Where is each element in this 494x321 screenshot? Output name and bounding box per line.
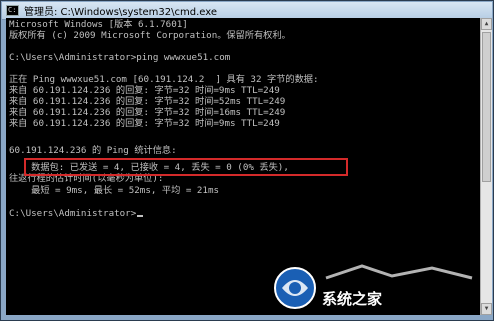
text-cursor bbox=[137, 215, 144, 217]
console-line: 版权所有 (c) 2009 Microsoft Corporation。保留所有… bbox=[9, 30, 291, 41]
scroll-thumb[interactable] bbox=[482, 32, 491, 182]
console-line: 来自 60.191.124.236 的回复: 字节=32 时间=52ms TTL… bbox=[9, 96, 286, 107]
prompt-text: C:\Users\Administrator> bbox=[9, 208, 137, 219]
scroll-up-button[interactable]: ▲ bbox=[481, 18, 492, 30]
cmd-icon: C: bbox=[6, 5, 19, 16]
watermark-decoration bbox=[325, 264, 473, 280]
highlight-annotation bbox=[24, 158, 348, 176]
console-line: 来自 60.191.124.236 的回复: 字节=32 时间=9ms TTL=… bbox=[9, 85, 280, 96]
xitong-logo-icon bbox=[274, 267, 316, 309]
console-line: 正在 Ping wwwxue51.com [60.191.124.2 ] 具有 … bbox=[9, 74, 319, 85]
console-line: Microsoft Windows [版本 6.1.7601] bbox=[9, 19, 188, 30]
console-line: 来自 60.191.124.236 的回复: 字节=32 时间=16ms TTL… bbox=[9, 107, 286, 118]
console-prompt[interactable]: C:\Users\Administrator> bbox=[9, 208, 144, 219]
console-line: 最短 = 9ms, 最长 = 52ms, 平均 = 21ms bbox=[9, 185, 220, 196]
watermark-text: 系统之家 bbox=[322, 290, 383, 308]
watermark: 系统之家 bbox=[270, 258, 490, 318]
window-title: 管理员: C:\Windows\system32\cmd.exe bbox=[24, 7, 218, 18]
console-line: C:\Users\Administrator>ping wwwxue51.com bbox=[9, 52, 231, 63]
console-line: 60.191.124.236 的 Ping 统计信息: bbox=[9, 145, 177, 156]
console-line: 来自 60.191.124.236 的回复: 字节=32 时间=9ms TTL=… bbox=[9, 118, 280, 129]
